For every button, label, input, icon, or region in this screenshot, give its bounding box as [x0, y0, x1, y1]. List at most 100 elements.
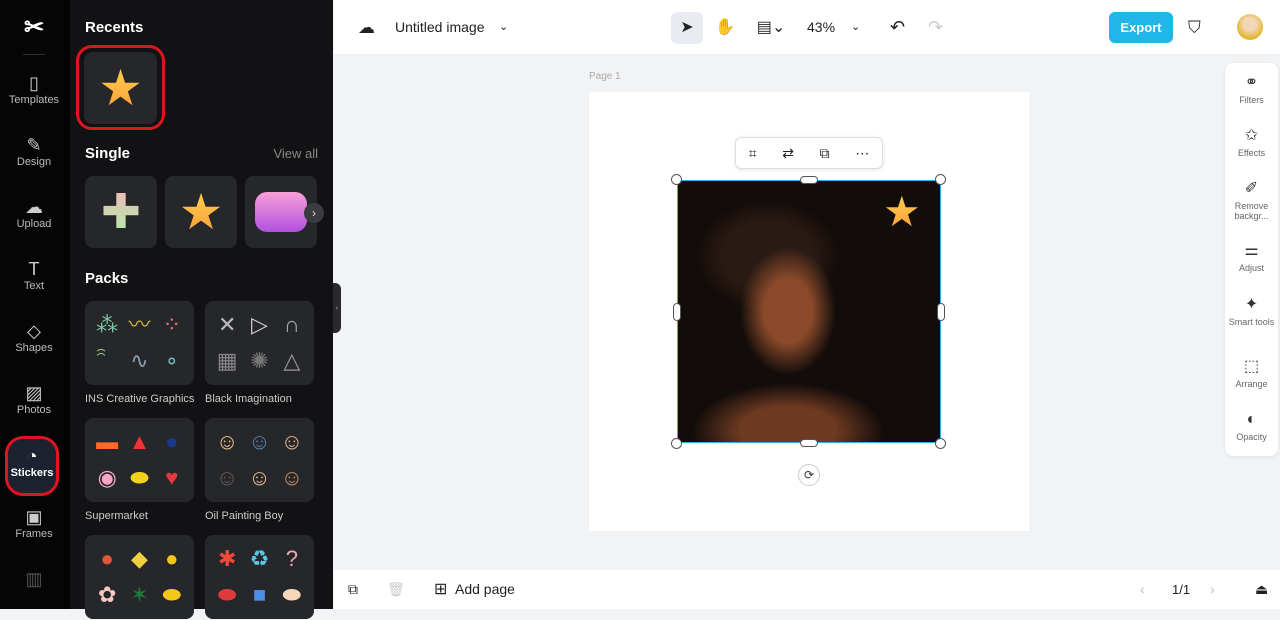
- tool-arrange[interactable]: ⬚ Arrange: [1225, 357, 1278, 389]
- replace-icon[interactable]: ⇄: [782, 145, 794, 162]
- stickers-icon: ◔: [26, 446, 38, 466]
- collapse-panel-handle[interactable]: ‹: [333, 283, 341, 333]
- layout-menu-icon[interactable]: ▤⌄: [751, 12, 791, 44]
- redo-icon[interactable]: ↷: [928, 0, 943, 55]
- rail-item-text[interactable]: T Text: [0, 258, 68, 310]
- stickers-panel: Recents ★ Single View all ✚ ★ › Packs ⁂ 〰…: [70, 0, 333, 619]
- pack-sticker-icon: ✶: [130, 582, 149, 607]
- star-sticker-icon[interactable]: ★: [883, 191, 921, 233]
- pack-sticker-icon: ⁂: [96, 312, 119, 337]
- tool-smart[interactable]: ✦ Smart tools: [1225, 295, 1278, 327]
- sticker-pack[interactable]: ▬ ▲ ● ◉ ⬬ ♥: [85, 418, 194, 502]
- rail-label: Templates: [8, 94, 60, 106]
- delete-page-icon[interactable]: 🗑: [387, 570, 405, 609]
- pack-sticker-icon: ●: [165, 546, 179, 571]
- undo-icon[interactable]: ↶: [890, 0, 905, 55]
- tool-remove[interactable]: ✐ Remove backgr...: [1225, 179, 1278, 221]
- design-icon: ✎: [26, 135, 42, 155]
- resize-handle[interactable]: [671, 174, 682, 185]
- pack-sticker-icon: ∩: [283, 312, 300, 337]
- rail-label: Photos: [16, 404, 52, 416]
- rail-item-upload[interactable]: ☁ Upload: [0, 196, 68, 248]
- tool-label: Remove backgr...: [1234, 201, 1269, 221]
- add-page-button[interactable]: Add page: [455, 570, 515, 609]
- document-title[interactable]: Untitled image: [395, 0, 485, 55]
- prev-page-icon[interactable]: ‹: [1140, 570, 1145, 609]
- rail-label: Text: [23, 280, 45, 292]
- resize-handle[interactable]: [800, 176, 818, 184]
- pack-sticker-icon: ●: [100, 546, 114, 571]
- hand-tool-icon[interactable]: ✋: [709, 12, 741, 44]
- arrange-icon: ⬚: [1243, 358, 1260, 375]
- rail-item-stickers[interactable]: ◔ Stickers: [5, 436, 59, 496]
- cloud-save-icon[interactable]: ☁: [358, 0, 375, 55]
- top-bar: ☁ Untitled image ⌄ ➤ ✋ ▤⌄ 43% ⌄ ↶ ↷ Expo…: [334, 0, 1280, 55]
- tool-filters[interactable]: ⚭ Filters: [1225, 73, 1278, 105]
- context-toolbar: ⌗ ⇄ ⧉ ⋯: [735, 137, 883, 169]
- sticker-pack[interactable]: ✱ ♻? ⬬ ■ ⬬: [205, 535, 314, 619]
- pack-sticker-icon: ⬬: [130, 465, 149, 490]
- rail-item-shapes[interactable]: ◇ Shapes: [0, 320, 68, 372]
- duplicate-page-icon[interactable]: ⧉: [348, 570, 358, 609]
- resize-handle[interactable]: [800, 439, 818, 447]
- shield-icon[interactable]: ⛉: [1188, 0, 1201, 55]
- recent-sticker-star[interactable]: ★: [84, 52, 157, 124]
- rail-item-templates[interactable]: ▯ Templates: [0, 72, 68, 124]
- scroll-next-button[interactable]: ›: [304, 203, 324, 223]
- star-sticker-icon: ★: [178, 184, 224, 240]
- sticker-pack[interactable]: ● ◆ ● ✿ ✶ ⬬: [85, 535, 194, 619]
- pack-sticker-icon: ☺: [280, 429, 304, 454]
- export-button[interactable]: Export: [1109, 12, 1173, 43]
- pack-sticker-icon: △: [283, 348, 301, 373]
- frames-icon: ▣: [25, 507, 43, 527]
- select-tool-icon[interactable]: ➤: [671, 12, 703, 44]
- rail-item-more[interactable]: ▥: [0, 568, 68, 620]
- tool-adjust[interactable]: ⚌ Adjust: [1225, 241, 1278, 273]
- zoom-dropdown-icon[interactable]: ⌄: [851, 0, 860, 55]
- next-page-icon[interactable]: ›: [1210, 570, 1215, 609]
- sticker-pack[interactable]: ✕ ▷ ∩ ▦ ✺ △: [205, 301, 314, 385]
- view-all-link[interactable]: View all: [273, 146, 318, 161]
- pack-label: INS Creative Graphics: [85, 393, 195, 405]
- pack-sticker-icon: ▬: [96, 429, 119, 454]
- resize-handle[interactable]: [935, 438, 946, 449]
- crop-icon[interactable]: ⌗: [749, 145, 757, 162]
- pack-sticker-icon: ⬬: [162, 582, 182, 607]
- title-dropdown-icon[interactable]: ⌄: [499, 0, 508, 55]
- opacity-icon: ◐: [1246, 411, 1257, 428]
- add-page-icon[interactable]: ⊞: [434, 570, 447, 609]
- more-icon[interactable]: ⋯: [855, 145, 869, 162]
- sticker-flower[interactable]: ✚: [85, 176, 157, 248]
- pack-sticker-icon: ◉: [97, 465, 117, 490]
- resize-handle[interactable]: [673, 303, 681, 321]
- resize-handle[interactable]: [935, 174, 946, 185]
- text-icon: T: [28, 259, 40, 279]
- pack-sticker-icon: ▷: [251, 312, 268, 337]
- duplicate-icon[interactable]: ⧉: [820, 145, 830, 162]
- sticker-star[interactable]: ★: [165, 176, 237, 248]
- sticker-pack[interactable]: ☺ ☺ ☺ ☺ ☺ ☺: [205, 418, 314, 502]
- pack-label: Supermarket: [85, 510, 148, 522]
- selected-portrait-image[interactable]: ★: [677, 180, 941, 443]
- expand-pages-icon[interactable]: ⏏: [1255, 570, 1268, 609]
- rail-item-frames[interactable]: ▣ Frames: [0, 506, 68, 558]
- filters-icon: ⚭: [1244, 74, 1259, 91]
- resize-handle[interactable]: [937, 303, 945, 321]
- rotate-handle-icon[interactable]: ⟳: [798, 464, 820, 486]
- rail-item-photos[interactable]: ▨ Photos: [0, 382, 68, 434]
- tool-opacity[interactable]: ◐ Opacity: [1225, 410, 1278, 442]
- tool-label: Opacity: [1236, 432, 1267, 442]
- pack-sticker-icon: ✺: [250, 348, 269, 373]
- right-tool-panel: ⚭ Filters ✩ Effects ✐ Remove backgr... ⚌ Adjust…: [1225, 63, 1278, 456]
- rail-item-design[interactable]: ✎ Design: [0, 134, 68, 186]
- single-heading: Single: [85, 145, 131, 162]
- page-label: Page 1: [589, 71, 621, 82]
- resize-handle[interactable]: [671, 438, 682, 449]
- smart-icon: ✦: [1244, 296, 1259, 313]
- zoom-level[interactable]: 43%: [807, 0, 835, 55]
- tool-effects[interactable]: ✩ Effects: [1225, 126, 1278, 158]
- tool-label: Adjust: [1238, 263, 1264, 273]
- capcut-logo-icon[interactable]: ✂: [20, 16, 48, 40]
- avatar[interactable]: [1237, 14, 1263, 40]
- sticker-pack[interactable]: ⁂〰⁘ꩰ∿∘: [85, 301, 194, 385]
